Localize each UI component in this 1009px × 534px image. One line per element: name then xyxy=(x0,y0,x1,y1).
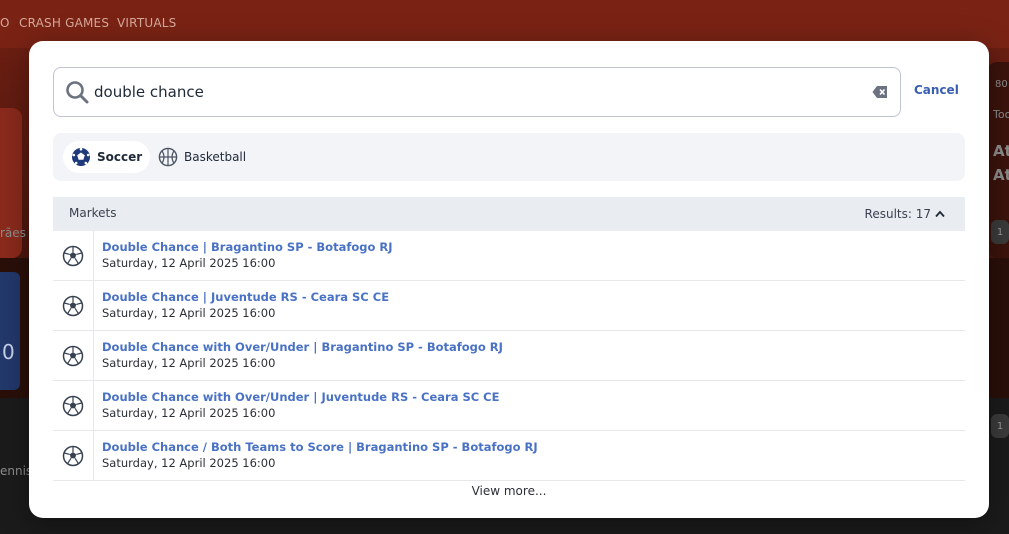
background-fragment-text: 0 xyxy=(2,340,15,364)
background-pill: 1 xyxy=(991,220,1009,244)
market-title-link[interactable]: Double Chance with Over/Under | Braganti… xyxy=(102,340,503,354)
background-fragment-text: ennis xyxy=(0,464,33,478)
market-title-link[interactable]: Double Chance | Juventude RS - Ceara SC … xyxy=(102,290,389,304)
background-pill: 1 xyxy=(991,414,1009,438)
background-game-thumb xyxy=(0,272,20,390)
background-fragment-text: At xyxy=(993,142,1009,160)
market-date: Saturday, 12 April 2025 16:00 xyxy=(102,256,276,270)
search-row: Cancel xyxy=(53,67,965,117)
market-date: Saturday, 12 April 2025 16:00 xyxy=(102,306,276,320)
soccer-ball-icon xyxy=(62,395,84,416)
search-box[interactable] xyxy=(53,67,901,117)
soccer-ball-icon xyxy=(62,445,84,466)
sport-filter-bar: Soccer Basketball xyxy=(53,133,965,181)
results-count[interactable]: Results: 17 xyxy=(865,207,945,221)
soccer-ball-icon xyxy=(62,345,84,366)
markets-results: Markets Results: 17 Double Chance | Brag… xyxy=(53,197,965,481)
market-date: Saturday, 12 April 2025 16:00 xyxy=(102,356,276,370)
view-more-button[interactable]: View more... xyxy=(29,484,989,498)
market-row[interactable]: Double Chance / Both Teams to Score | Br… xyxy=(53,431,965,481)
market-icon-cell xyxy=(53,281,94,330)
market-title-link[interactable]: Double Chance with Over/Under | Juventud… xyxy=(102,390,499,404)
sport-tab-label: Soccer xyxy=(97,150,143,164)
markets-title: Markets xyxy=(69,206,117,220)
market-row[interactable]: Double Chance | Juventude RS - Ceara SC … xyxy=(53,281,965,331)
sport-tab-label: Basketball xyxy=(184,150,247,164)
market-row[interactable]: Double Chance with Over/Under | Juventud… xyxy=(53,381,965,431)
soccer-ball-icon xyxy=(72,147,90,166)
basketball-icon xyxy=(158,147,178,167)
background-fragment-text: At xyxy=(993,166,1009,184)
cancel-button[interactable]: Cancel xyxy=(914,83,959,97)
clear-input-icon[interactable] xyxy=(872,85,888,99)
search-modal: Cancel Soccer Basketball xyxy=(29,41,989,518)
market-icon-cell xyxy=(53,331,94,380)
background-fragment-text: rães xyxy=(0,226,26,240)
market-title-link[interactable]: Double Chance / Both Teams to Score | Br… xyxy=(102,440,538,454)
nav-item-crash-games: CRASH GAMES xyxy=(19,16,110,30)
soccer-ball-icon xyxy=(62,295,84,316)
market-icon-cell xyxy=(53,431,94,480)
soccer-ball-icon xyxy=(62,245,84,266)
sport-tab-basketball[interactable]: Basketball xyxy=(150,141,254,173)
market-row[interactable]: Double Chance | Bragantino SP - Botafogo… xyxy=(53,231,965,281)
chevron-up-icon xyxy=(935,210,945,218)
nav-item-partial: O xyxy=(0,16,10,30)
market-date: Saturday, 12 April 2025 16:00 xyxy=(102,456,276,470)
sport-tab-soccer[interactable]: Soccer xyxy=(63,141,151,173)
background-fragment-text: 80 xyxy=(995,79,1008,90)
search-input[interactable] xyxy=(94,78,854,106)
results-label: Results: 17 xyxy=(864,207,931,221)
market-title-link[interactable]: Double Chance | Bragantino SP - Botafogo… xyxy=(102,240,393,254)
market-row[interactable]: Double Chance with Over/Under | Braganti… xyxy=(53,331,965,381)
nav-item-virtuals: VIRTUALS xyxy=(117,16,177,30)
search-icon xyxy=(66,81,89,104)
market-icon-cell xyxy=(53,231,94,280)
market-icon-cell xyxy=(53,381,94,430)
market-date: Saturday, 12 April 2025 16:00 xyxy=(102,406,276,420)
markets-header[interactable]: Markets Results: 17 xyxy=(53,197,965,231)
background-fragment-text: Too xyxy=(993,108,1009,121)
